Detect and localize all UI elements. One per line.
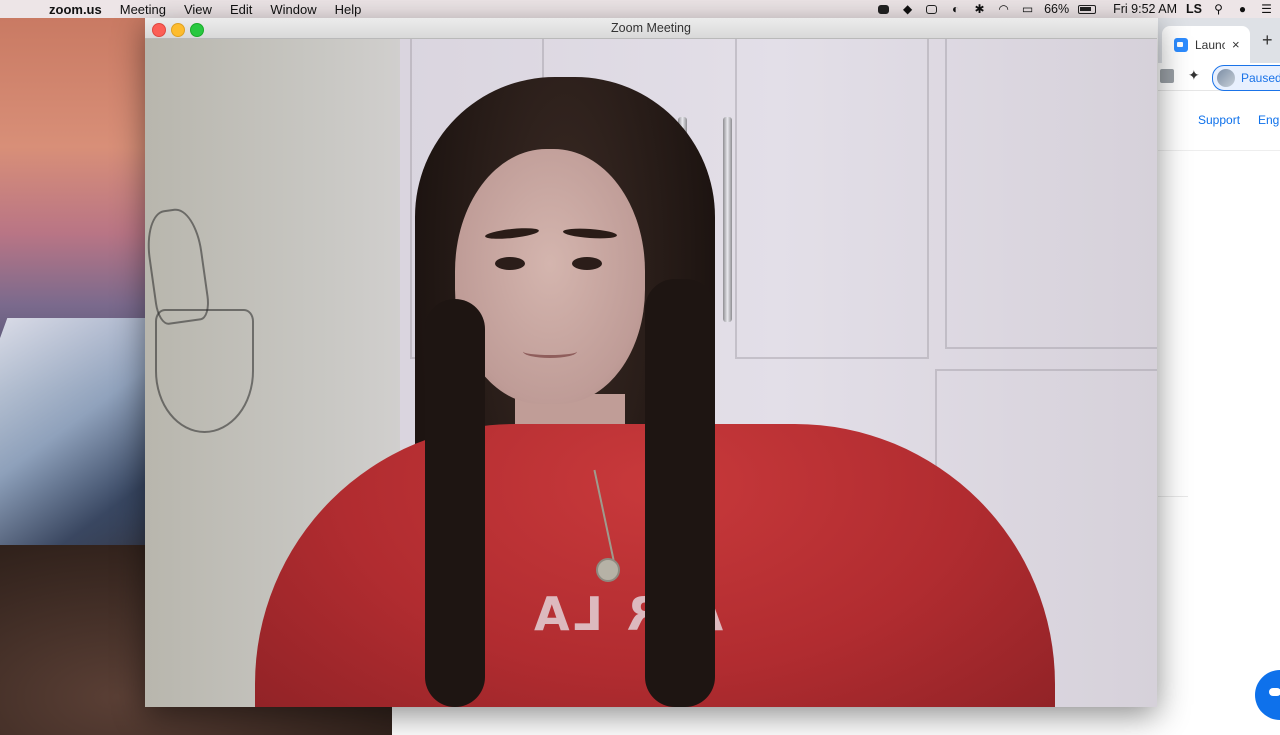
zoom-favicon-icon: [1174, 37, 1188, 52]
page-nav: Support Engl: [1158, 91, 1280, 151]
clock-icon[interactable]: ◐: [948, 2, 963, 16]
cabinet-door: [945, 39, 1157, 349]
bluetooth-icon[interactable]: ✱: [972, 2, 987, 16]
menu-meeting[interactable]: Meeting: [120, 2, 166, 17]
menu-bar: zoom.us Meeting View Edit Window Help ◆ …: [0, 0, 1280, 18]
window-titlebar[interactable]: Zoom Meeting: [145, 18, 1157, 39]
person-brow: [562, 227, 618, 240]
airplay-icon[interactable]: ▭: [1020, 2, 1035, 16]
extension-icon[interactable]: [1160, 69, 1174, 83]
desktop-blank-area: [392, 707, 1158, 735]
search-icon[interactable]: ⚲: [1211, 2, 1226, 16]
status-area: ◆ ◐ ✱ ◠ ▭ 66% Fri 9:52 AM LS ⚲ ● ☰: [876, 0, 1274, 18]
cabinet-door: [735, 39, 929, 359]
menu-help[interactable]: Help: [335, 2, 362, 17]
tab-close-icon[interactable]: ×: [1232, 37, 1240, 52]
browser-tab[interactable]: Launc ×: [1162, 26, 1250, 63]
battery-percentage[interactable]: 66%: [1044, 2, 1069, 16]
person-brow: [484, 226, 540, 241]
cabinet-handle: [723, 117, 732, 322]
profile-avatar: [1217, 69, 1235, 87]
notes-icon[interactable]: [924, 2, 939, 16]
chat-bubble-icon[interactable]: [1255, 670, 1280, 720]
browser-window: Launc × + ✦ Paused Support Engl: [1158, 18, 1280, 735]
menu-view[interactable]: View: [184, 2, 212, 17]
person-eye: [572, 257, 602, 270]
page-divider: [1158, 496, 1188, 497]
person-eye: [495, 257, 525, 270]
wall-sketch: [155, 309, 254, 433]
notification-center-icon[interactable]: ☰: [1259, 2, 1274, 16]
browser-toolbar: ✦ Paused: [1158, 63, 1280, 91]
support-link[interactable]: Support: [1198, 113, 1240, 127]
extensions-puzzle-icon[interactable]: ✦: [1188, 67, 1200, 84]
battery-icon[interactable]: [1078, 4, 1097, 14]
window-title: Zoom Meeting: [611, 21, 691, 35]
clock-time[interactable]: Fri 9:52 AM: [1113, 2, 1177, 16]
person-hair: [425, 299, 485, 707]
necklace-pendant: [596, 558, 620, 582]
browser-tab-title: Launc: [1195, 37, 1225, 52]
siri-icon[interactable]: ●: [1235, 2, 1250, 16]
wifi-icon[interactable]: ◠: [996, 2, 1011, 16]
dropbox-icon[interactable]: ◆: [900, 2, 915, 16]
profile-status-label: Paused: [1241, 71, 1280, 85]
new-tab-button[interactable]: +: [1262, 30, 1273, 51]
browser-tab-bar: Launc × +: [1158, 18, 1280, 63]
zoom-camera-icon[interactable]: [876, 2, 891, 16]
person-hair: [645, 279, 715, 707]
zoom-meeting-window: Zoom Meeting AIR LA: [145, 18, 1157, 707]
video-feed: AIR LA: [145, 39, 1157, 707]
user-initials[interactable]: LS: [1186, 2, 1202, 16]
menu-app-name[interactable]: zoom.us: [49, 2, 102, 17]
menu-edit[interactable]: Edit: [230, 2, 252, 17]
menu-window[interactable]: Window: [270, 2, 316, 17]
profile-paused-button[interactable]: Paused: [1212, 65, 1280, 91]
language-link[interactable]: Engl: [1258, 113, 1280, 127]
person-mouth: [523, 345, 577, 358]
